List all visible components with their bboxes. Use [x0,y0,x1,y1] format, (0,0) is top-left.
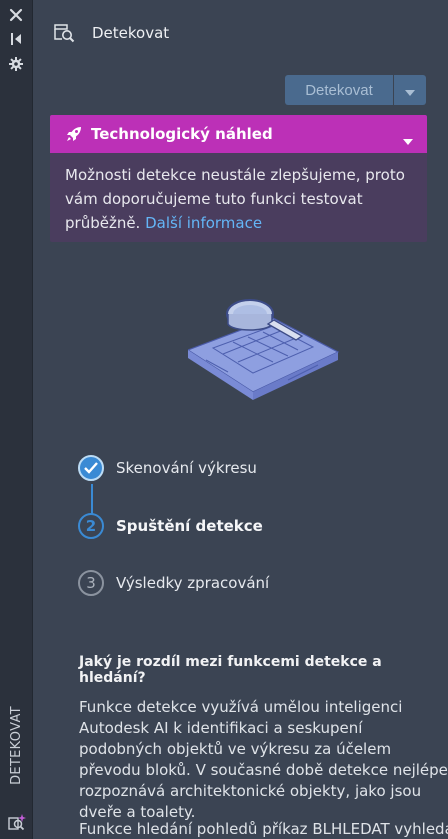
panel-title: Detekovat [92,24,170,42]
tech-preview-card: Technologický náhled Možnosti detekce ne… [50,115,427,242]
faq-answer-continued: Funkce hledání pohledů příkaz BLHLEDAT v… [79,820,448,838]
step-2-number: 2 [78,513,104,539]
faq-question: Jaký je rozdíl mezi funkcemi detekce a h… [79,654,382,686]
more-info-link[interactable]: Další informace [145,214,262,232]
step-connector [91,484,93,514]
palette-side-strip: DETEKOVAT [0,0,33,839]
step-2-label: Spuštění detekce [116,517,263,535]
step-3-label: Výsledky zpracování [116,574,270,592]
step-3-number: 3 [78,570,104,596]
collapse-panel-icon[interactable] [8,31,24,47]
caret-down-icon[interactable] [403,130,413,149]
detect-magnifier-sparkle-icon[interactable] [7,812,26,831]
detect-button[interactable]: Detekovat [285,75,393,105]
vertical-label-text: DETEKOVAT [8,705,24,785]
detect-magnifier-icon [53,22,75,48]
close-icon[interactable] [8,7,24,23]
blueprint-magnifier-illustration [186,290,348,414]
rocket-icon [65,125,83,147]
tech-preview-body: Možnosti detekce neustále zlepšujeme, pr… [65,163,415,235]
step-1-label: Skenování výkresu [116,459,257,477]
panel-header: Detekovat [33,0,448,64]
vertical-palette-label[interactable]: DETEKOVAT [5,690,27,800]
caret-down-icon [405,81,415,100]
gear-icon[interactable] [8,56,24,72]
detect-panel: Detekovat Detekovat Technologický náhled [33,0,448,839]
tech-preview-header[interactable]: Technologický náhled [50,115,427,153]
tech-preview-title: Technologický náhled [91,125,273,143]
faq-answer: Funkce detekce využívá umělou inteligenc… [79,698,448,821]
detect-options-dropdown[interactable] [394,75,426,105]
step-done-icon [78,455,104,481]
